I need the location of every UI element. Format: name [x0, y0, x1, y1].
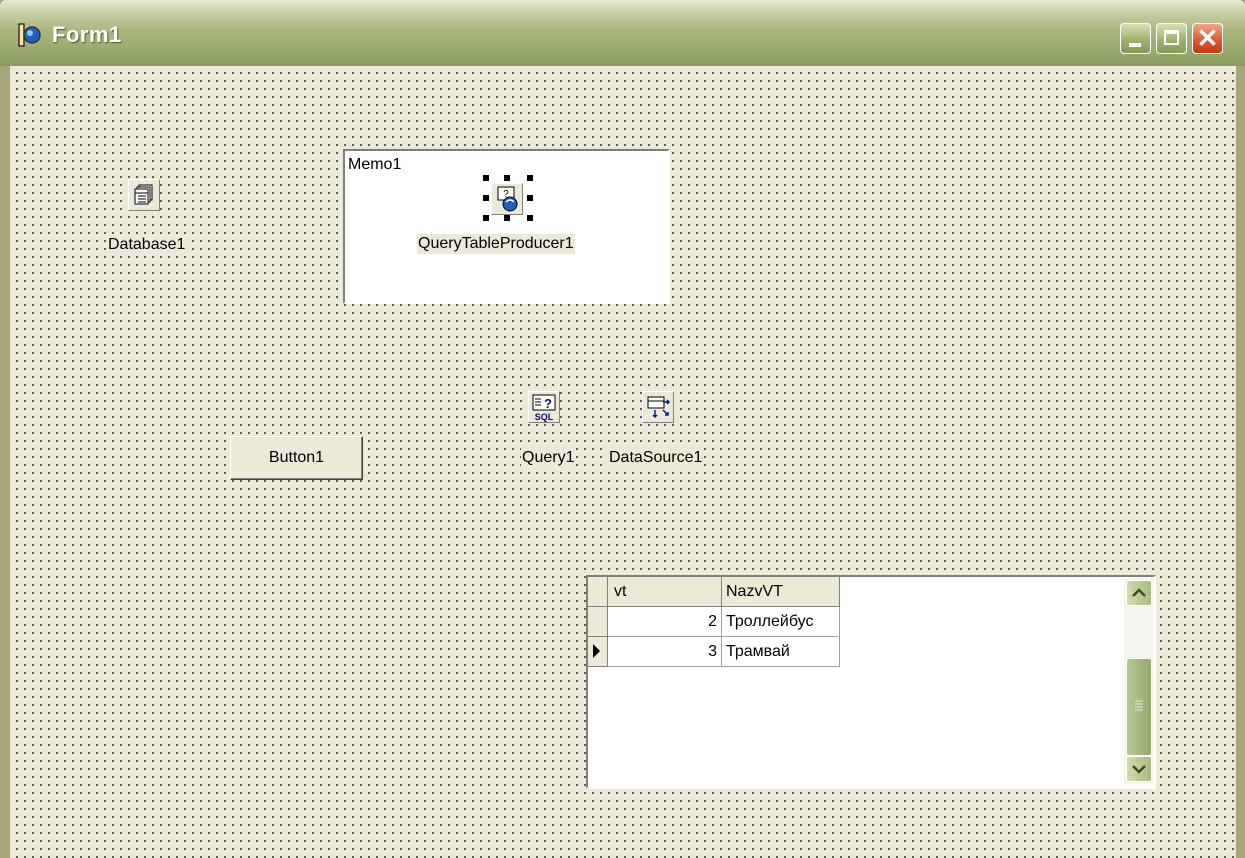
maximize-button[interactable]: [1156, 23, 1187, 54]
column-header-nazvvt[interactable]: NazvVT: [722, 577, 840, 607]
query-table-producer-component[interactable]: ?: [491, 183, 523, 215]
query-label: Query1: [521, 448, 576, 468]
selection-handle[interactable]: [527, 215, 533, 221]
database-icon: [134, 184, 153, 205]
query-table-producer-icon: ?: [497, 186, 518, 212]
delphi-app-icon: [18, 23, 41, 47]
title-bar[interactable]: Form1 ✕: [0, 0, 1245, 66]
datasource-label: DataSource1: [608, 448, 704, 468]
grid-corner: [588, 577, 608, 607]
database-component[interactable]: [128, 179, 160, 211]
minimize-icon: [1129, 43, 1141, 47]
close-button[interactable]: ✕: [1192, 23, 1223, 54]
svg-text:?: ?: [544, 396, 552, 411]
form-window: Form1 ✕ Database1 Memo1 ? QueryTableProd…: [0, 0, 1245, 858]
memo-control[interactable]: Memo1: [343, 149, 670, 304]
form-design-surface[interactable]: Database1 Memo1 ? QueryTableProducer1 Bu…: [10, 66, 1236, 858]
selection-handle[interactable]: [483, 175, 489, 181]
dbgrid[interactable]: vt NazvVT 2 Троллейбус 3 Трамвай: [586, 575, 1156, 789]
selection-handle[interactable]: [504, 175, 510, 181]
selection-handle[interactable]: [504, 215, 510, 221]
sql-query-icon: ? SQL: [532, 394, 556, 422]
svg-text:SQL: SQL: [535, 412, 554, 422]
database-label: Database1: [107, 235, 187, 255]
vertical-scrollbar[interactable]: [1124, 578, 1154, 784]
grid-cell-nazvvt[interactable]: Трамвай: [722, 637, 840, 667]
column-header-vt[interactable]: vt: [608, 577, 722, 607]
scroll-down-button[interactable]: [1126, 756, 1152, 782]
window-title: Form1: [52, 22, 122, 47]
selection-handle[interactable]: [527, 175, 533, 181]
maximize-icon: [1164, 30, 1179, 45]
datasource-component[interactable]: [642, 391, 674, 423]
selection-handle[interactable]: [527, 195, 533, 201]
datasource-icon: [647, 396, 671, 419]
button1[interactable]: Button1: [230, 436, 363, 480]
selection-handle[interactable]: [483, 215, 489, 221]
scroll-thumb[interactable]: [1126, 658, 1152, 756]
query-table-producer-label: QueryTableProducer1: [417, 234, 575, 254]
grid-cell-nazvvt[interactable]: Троллейбус: [722, 607, 840, 637]
minimize-button[interactable]: [1120, 23, 1151, 54]
close-icon: ✕: [1196, 23, 1219, 53]
grid-cell-vt[interactable]: 2: [608, 607, 722, 637]
grid-cell-vt[interactable]: 3: [608, 637, 722, 667]
query-component[interactable]: ? SQL: [528, 391, 560, 423]
selection-handle[interactable]: [483, 195, 489, 201]
triangle-right-icon: [593, 644, 600, 658]
row-indicator-current[interactable]: [588, 637, 608, 667]
chevron-up-icon: [1132, 588, 1146, 597]
scroll-up-button[interactable]: [1126, 580, 1152, 606]
row-indicator[interactable]: [588, 607, 608, 637]
grip-icon: [1135, 700, 1143, 711]
chevron-down-icon: [1132, 765, 1146, 774]
memo-text: Memo1: [348, 156, 402, 173]
